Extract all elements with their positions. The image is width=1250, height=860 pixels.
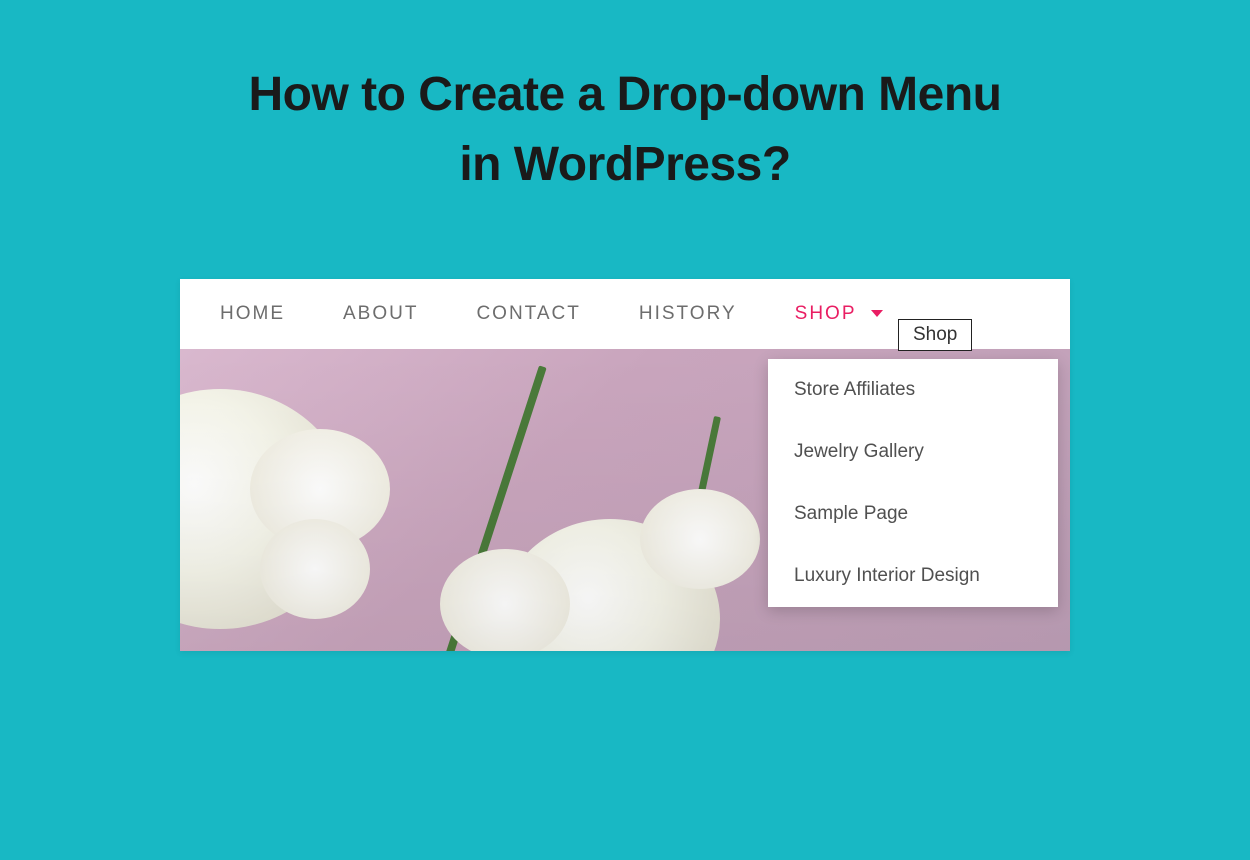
caret-down-icon xyxy=(871,310,883,317)
heading-line-1: How to Create a Drop-down Menu xyxy=(249,68,1002,121)
shop-dropdown: Shop Store Affiliates Jewelry Gallery Sa… xyxy=(768,359,1058,607)
nav-item-shop[interactable]: SHOP xyxy=(795,303,884,325)
tooltip: Shop xyxy=(898,319,972,351)
nav-item-about[interactable]: ABOUT xyxy=(343,303,418,325)
demo-card: HOME ABOUT CONTACT HISTORY SHOP Shop Sto… xyxy=(180,279,1070,651)
dropdown-item-jewelry-gallery[interactable]: Jewelry Gallery xyxy=(768,421,1058,483)
dropdown-item-sample-page[interactable]: Sample Page xyxy=(768,483,1058,545)
nav-item-shop-label: SHOP xyxy=(795,303,857,324)
nav-item-contact[interactable]: CONTACT xyxy=(476,303,580,325)
nav-item-history[interactable]: HISTORY xyxy=(639,303,737,325)
dropdown-item-luxury-interior-design[interactable]: Luxury Interior Design xyxy=(768,545,1058,607)
heading-line-2: in WordPress? xyxy=(459,138,790,191)
page-title: How to Create a Drop-down Menu in WordPr… xyxy=(0,60,1250,199)
nav-item-home[interactable]: HOME xyxy=(220,303,285,325)
dropdown-item-store-affiliates[interactable]: Store Affiliates xyxy=(768,359,1058,421)
